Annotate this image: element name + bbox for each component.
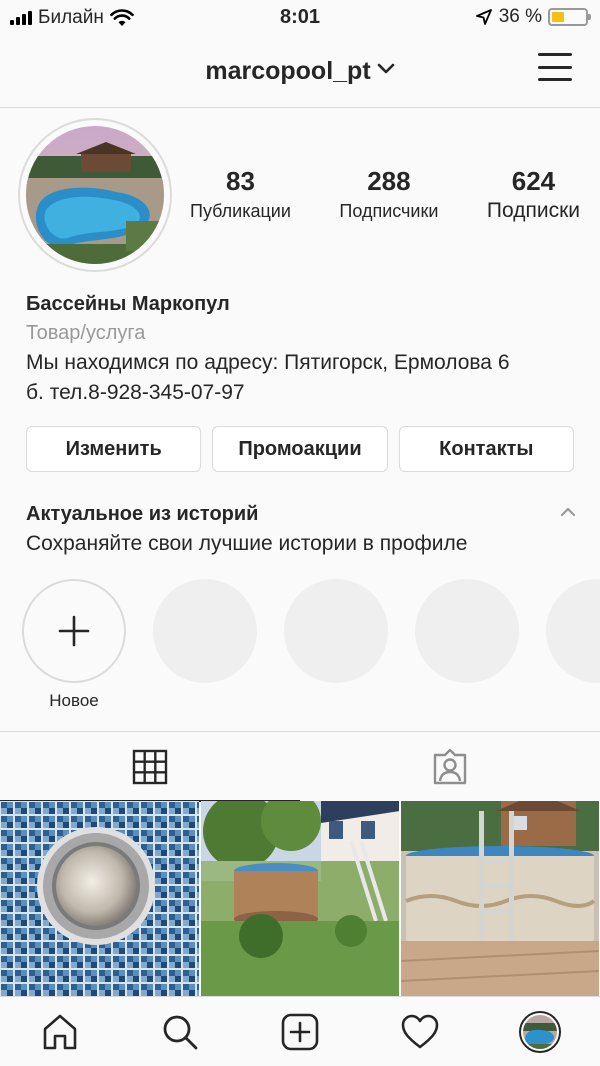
stat-value: 83 [225, 166, 255, 196]
location-arrow-icon [475, 9, 492, 25]
post-thumbnail[interactable] [401, 801, 600, 996]
highlights-subtitle: Сохраняйте свои лучшие истории в профиле [26, 532, 468, 555]
new-highlight-label: Новое [49, 691, 99, 709]
chevron-down-icon [377, 53, 395, 82]
followers-count[interactable]: 288 Подписчики [339, 166, 438, 224]
nav-new-post[interactable] [270, 1002, 330, 1062]
stat-value: 624 [511, 166, 556, 196]
profile-tabs [0, 731, 600, 802]
profile-avatar-icon [519, 1010, 561, 1053]
highlight-placeholder [284, 579, 388, 683]
heart-icon [401, 1014, 439, 1048]
profile-avatar[interactable] [18, 118, 172, 272]
contacts-button[interactable]: Контакты [398, 426, 574, 472]
bio-line-1: Мы находимся по адресу: Пятигорск, Ермол… [26, 351, 510, 374]
tab-tagged[interactable] [300, 732, 600, 802]
highlight-placeholder [546, 579, 600, 683]
story-highlights: Новое [22, 579, 600, 709]
profile-header: marcopool_pt [0, 40, 600, 108]
nav-activity[interactable] [390, 1002, 450, 1062]
profile-actions: Изменить Промоакции Контакты [26, 426, 574, 472]
profile-name: Бассейны Маркопул [26, 293, 230, 315]
status-bar: Билайн 8:01 36 % [0, 0, 600, 40]
nav-profile[interactable] [510, 1002, 570, 1062]
profile-bio: Бассейны Маркопул Товар/услуга Мы находи… [26, 290, 586, 408]
story-highlights-header[interactable]: Актуальное из историй Сохраняйте свои лу… [26, 500, 576, 560]
bottom-navigation [0, 996, 600, 1066]
stat-label: Подписки [486, 199, 580, 222]
hamburger-menu-icon[interactable] [538, 53, 572, 81]
plus-icon [22, 579, 126, 683]
new-highlight[interactable]: Новое [22, 579, 126, 709]
nav-home[interactable] [30, 1002, 90, 1062]
stat-value: 288 [367, 166, 411, 196]
stat-label: Подписчики [339, 201, 439, 221]
battery-level [552, 12, 564, 22]
profile-category: Товар/услуга [26, 322, 146, 344]
grid-icon [132, 749, 168, 785]
highlight-placeholder [415, 579, 519, 683]
bio-line-2: б. тел.8-928-345-07-97 [26, 381, 245, 404]
stat-label: Публикации [190, 201, 291, 221]
status-right: 36 % [475, 6, 591, 28]
tagged-person-icon [433, 748, 467, 785]
highlights-title: Актуальное из историй [26, 503, 259, 525]
posts-count[interactable]: 83 Публикации [190, 166, 291, 224]
home-icon [43, 1014, 77, 1049]
edit-profile-button[interactable]: Изменить [26, 426, 202, 472]
nav-search[interactable] [150, 1002, 210, 1062]
posts-grid [0, 801, 600, 996]
post-thumbnail[interactable] [0, 801, 199, 996]
promotions-button[interactable]: Промоакции [212, 426, 388, 472]
tab-grid[interactable] [0, 732, 300, 802]
profile-stats: 83 Публикации 288 Подписчики 624 Подписк… [190, 166, 580, 224]
post-thumbnail[interactable] [200, 801, 400, 996]
battery-percent: 36 % [498, 6, 542, 27]
following-count[interactable]: 624 Подписки [487, 166, 580, 224]
battery-icon [548, 8, 591, 26]
username: marcopool_pt [205, 57, 371, 85]
account-switcher[interactable]: marcopool_pt [0, 53, 600, 86]
add-post-icon [281, 1013, 319, 1050]
search-icon [163, 1015, 198, 1049]
avatar-image [26, 126, 164, 264]
chevron-up-icon[interactable] [560, 506, 576, 518]
highlight-placeholder [153, 579, 257, 683]
